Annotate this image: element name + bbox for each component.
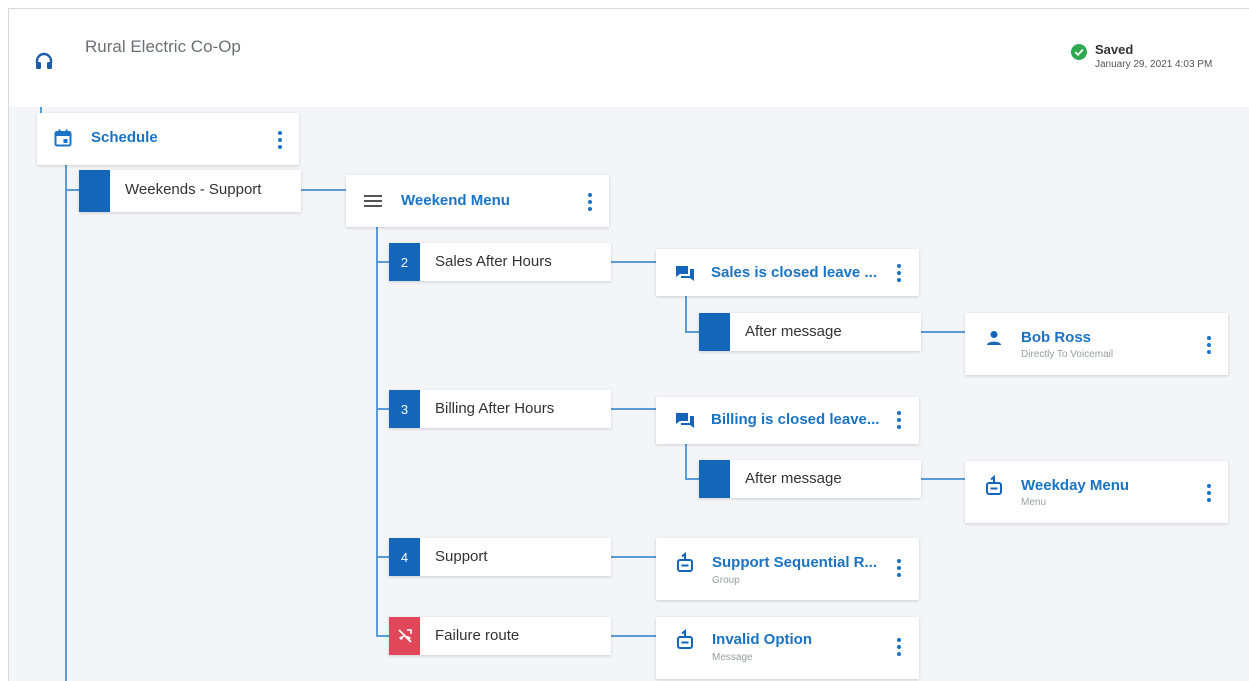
sales-message-title: Sales is closed leave ... bbox=[711, 264, 877, 281]
weekday-menu-node[interactable]: Weekday Menu Menu bbox=[965, 461, 1228, 523]
weekday-menu-subtitle: Menu bbox=[1021, 497, 1047, 508]
invalid-option-node[interactable]: Invalid Option Message bbox=[656, 617, 919, 679]
connector bbox=[611, 556, 656, 558]
headset-icon bbox=[35, 52, 53, 69]
billing-message-title: Billing is closed leave... bbox=[711, 411, 880, 428]
connector bbox=[611, 408, 656, 410]
menu-lines-icon bbox=[364, 195, 382, 207]
weekends-support-node[interactable]: Weekends - Support bbox=[79, 170, 301, 212]
schedule-title: Schedule bbox=[91, 129, 158, 146]
connector bbox=[921, 478, 965, 480]
save-status-label: Saved bbox=[1095, 42, 1134, 57]
menu-option-support[interactable]: 4 Support bbox=[389, 538, 611, 576]
option-number-badge: 4 bbox=[389, 538, 420, 576]
schedule-node[interactable]: Schedule bbox=[37, 113, 299, 165]
more-options-icon[interactable] bbox=[893, 263, 905, 283]
save-status-timestamp: January 29, 2021 4:03 PM bbox=[1095, 59, 1213, 70]
connector bbox=[376, 635, 389, 637]
page-title: Rural Electric Co-Op bbox=[85, 37, 241, 56]
more-options-icon[interactable] bbox=[893, 637, 905, 657]
menu-option-sales[interactable]: 2 Sales After Hours bbox=[389, 243, 611, 281]
after-message-label: After message bbox=[745, 323, 842, 340]
node-badge bbox=[699, 460, 730, 498]
support-group-node[interactable]: Support Sequential R... Group bbox=[656, 538, 919, 600]
weekday-menu-title: Weekday Menu bbox=[1021, 477, 1130, 494]
flow-canvas[interactable]: Schedule Weekends - Support Weekend Menu… bbox=[9, 107, 1249, 681]
weekend-menu-title: Weekend Menu bbox=[401, 192, 510, 209]
check-circle-icon bbox=[1071, 44, 1087, 60]
support-group-subtitle: Group bbox=[712, 575, 740, 586]
connector bbox=[685, 295, 687, 332]
sales-message-node[interactable]: Sales is closed leave ... bbox=[656, 249, 919, 296]
weekends-support-label: Weekends - Support bbox=[125, 181, 262, 198]
app-window: Rural Electric Co-Op Saved January 29, 2… bbox=[8, 8, 1249, 681]
connector bbox=[376, 261, 389, 263]
invalid-option-subtitle: Message bbox=[712, 652, 753, 663]
support-group-title: Support Sequential R... bbox=[712, 554, 878, 571]
connector bbox=[921, 331, 965, 333]
more-options-icon[interactable] bbox=[1203, 483, 1215, 503]
route-icon bbox=[677, 629, 693, 649]
failure-badge bbox=[389, 617, 420, 655]
option-number-badge: 2 bbox=[389, 243, 420, 281]
connector bbox=[611, 261, 656, 263]
option-label: Support bbox=[435, 548, 488, 565]
node-badge bbox=[699, 313, 730, 351]
connector bbox=[685, 331, 699, 333]
invalid-option-title: Invalid Option bbox=[712, 631, 812, 648]
menu-option-failure-route[interactable]: Failure route bbox=[389, 617, 611, 655]
route-icon bbox=[986, 475, 1002, 495]
header-bar: Rural Electric Co-Op Saved January 29, 2… bbox=[9, 9, 1249, 107]
connector bbox=[611, 635, 656, 637]
connector bbox=[685, 478, 699, 480]
after-message-node[interactable]: After message bbox=[699, 460, 921, 498]
connector bbox=[376, 556, 389, 558]
billing-message-node[interactable]: Billing is closed leave... bbox=[656, 397, 919, 444]
bob-ross-title: Bob Ross bbox=[1021, 329, 1092, 346]
connector bbox=[685, 443, 687, 479]
more-options-icon[interactable] bbox=[893, 410, 905, 430]
connector bbox=[65, 189, 79, 191]
bob-ross-node[interactable]: Bob Ross Directly To Voicemail bbox=[965, 313, 1228, 375]
no-phone-icon bbox=[397, 629, 412, 643]
more-options-icon[interactable] bbox=[584, 192, 596, 212]
connector bbox=[376, 227, 378, 637]
menu-option-billing[interactable]: 3 Billing After Hours bbox=[389, 390, 611, 428]
more-options-icon[interactable] bbox=[1203, 335, 1215, 355]
chat-icon bbox=[676, 413, 694, 428]
option-label: Billing After Hours bbox=[435, 400, 555, 417]
chat-icon bbox=[676, 266, 694, 281]
route-icon bbox=[677, 552, 693, 572]
more-options-icon[interactable] bbox=[274, 130, 286, 150]
node-badge bbox=[79, 170, 110, 212]
person-icon bbox=[987, 331, 1001, 345]
weekend-menu-node[interactable]: Weekend Menu bbox=[346, 175, 609, 227]
option-number-badge: 3 bbox=[389, 390, 420, 428]
after-message-label: After message bbox=[745, 470, 842, 487]
option-label: Sales After Hours bbox=[435, 253, 552, 270]
option-label: Failure route bbox=[435, 627, 520, 644]
after-message-node[interactable]: After message bbox=[699, 313, 921, 351]
connector bbox=[65, 164, 67, 681]
connector bbox=[300, 189, 346, 191]
calendar-icon bbox=[54, 129, 72, 147]
more-options-icon[interactable] bbox=[893, 558, 905, 578]
bob-ross-subtitle: Directly To Voicemail bbox=[1021, 349, 1114, 360]
connector bbox=[376, 408, 389, 410]
